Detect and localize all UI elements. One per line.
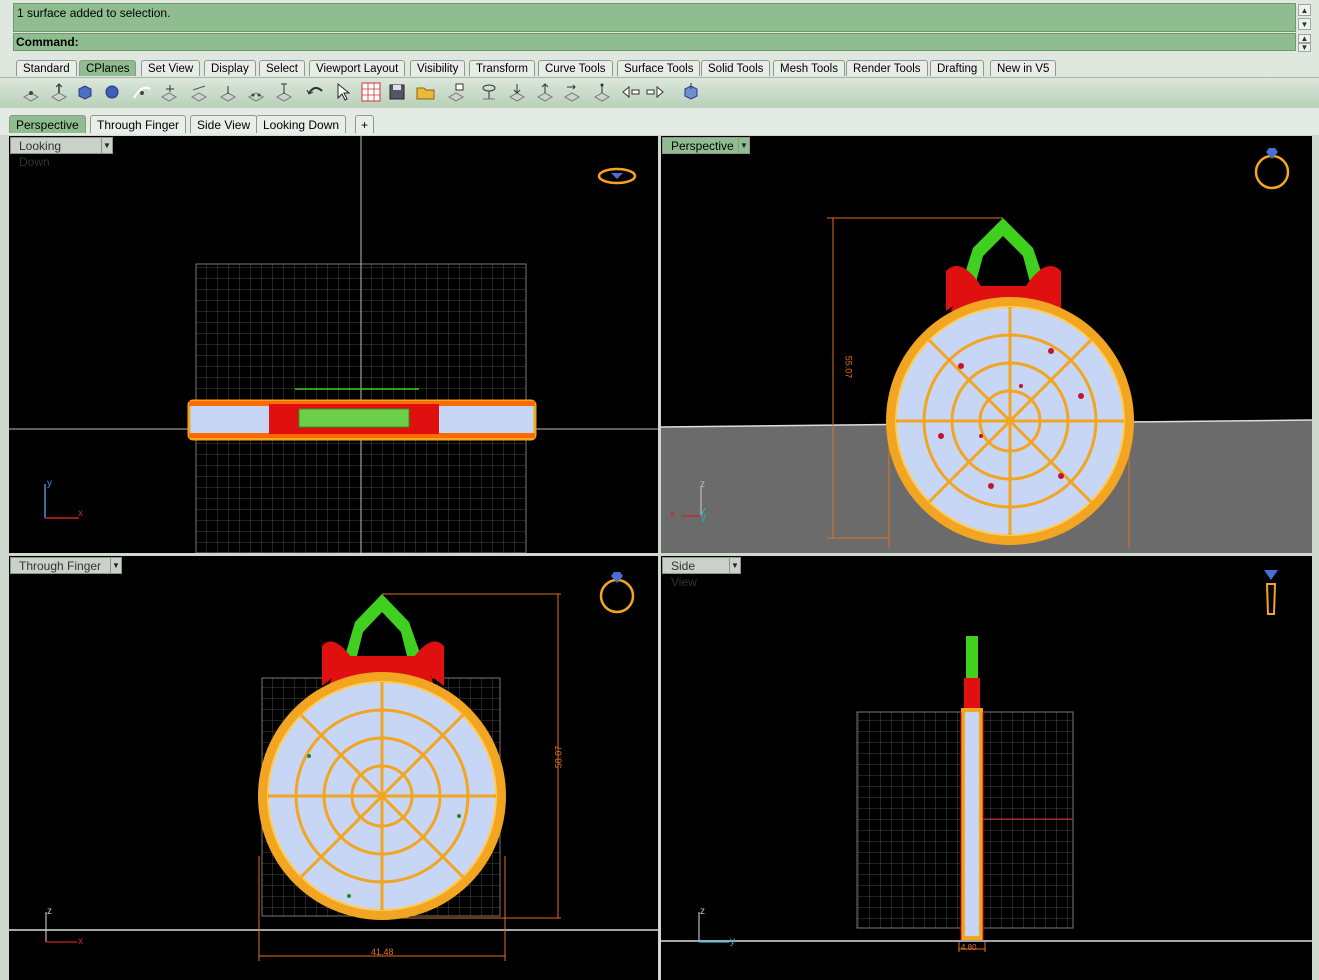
cplane-world-icon[interactable] [591, 81, 613, 103]
cplane-cursor-icon[interactable] [332, 81, 354, 103]
history-scroll-up[interactable]: ▲ [1298, 4, 1311, 16]
command-history: 1 surface added to selection. [13, 3, 1296, 32]
tab-side-view[interactable]: Side View [190, 115, 258, 133]
dimension-label-height: 58.07 [553, 745, 564, 769]
cplane-grid-icon[interactable] [360, 81, 382, 103]
dimension-label-height: 55.07 [843, 355, 854, 379]
cplane-x-axis-icon[interactable] [217, 81, 239, 103]
tab-transform[interactable]: Transform [469, 60, 535, 76]
ring-front-view [258, 594, 506, 920]
axis-label-x: x [78, 936, 83, 947]
history-scroll-down[interactable]: ▼ [1298, 18, 1311, 30]
tab-perspective[interactable]: Perspective [9, 115, 86, 133]
tab-viewport-layout[interactable]: Viewport Layout [309, 60, 406, 76]
toolbar-tab-row: Standard CPlanes Set View Display Select… [0, 56, 1319, 129]
cplane-origin-icon[interactable] [20, 81, 42, 103]
tab-looking-down[interactable]: Looking Down [256, 115, 347, 133]
tab-new-in-v5[interactable]: New in V5 [990, 60, 1057, 76]
cplane-perpendicular-icon[interactable] [273, 81, 295, 103]
cplane-object-icon[interactable] [680, 81, 702, 103]
tab-select[interactable]: Select [259, 60, 305, 76]
tab-mesh-tools[interactable]: Mesh Tools [773, 60, 845, 76]
cplane-view-icon[interactable] [478, 81, 500, 103]
axis-label-y: y [730, 936, 735, 947]
viewport-looking-down[interactable]: Looking Down ▼ y x [9, 136, 658, 553]
viewport-menu-dropdown-through-finger[interactable]: ▼ [110, 557, 122, 574]
tab-set-view[interactable]: Set View [141, 60, 201, 76]
ring-side-view [960, 636, 984, 940]
viewport-title-perspective[interactable]: Perspective [662, 137, 742, 154]
ring-top-widget-icon [597, 167, 637, 185]
ring-front-widget-icon [599, 572, 635, 614]
cplane-3point-icon[interactable] [158, 81, 180, 103]
cplane-to-object-icon[interactable] [74, 81, 96, 103]
cplane-rotate-icon[interactable] [188, 81, 210, 103]
viewport-through-finger[interactable]: Through Finger ▼ 58.07 41.48 z x [9, 556, 658, 980]
tab-cplanes[interactable]: CPlanes [79, 60, 137, 76]
cplane-open-folder-icon[interactable] [415, 81, 437, 103]
dimension-label-width: 41.48 [371, 947, 394, 957]
cplane-previous-icon[interactable] [620, 81, 642, 103]
cplane-save-icon[interactable] [386, 81, 408, 103]
viewport-title-through-finger[interactable]: Through Finger [10, 557, 114, 574]
prompt-spin-up[interactable]: ▲ [1298, 34, 1311, 43]
axis-label-z: z [700, 479, 705, 490]
viewport-perspective[interactable]: Perspective ▼ 55.07 z x y [661, 136, 1312, 553]
axis-label-x: x [78, 508, 83, 519]
tab-surface-tools[interactable]: Surface Tools [617, 60, 701, 76]
ring-side-widget-icon [1264, 570, 1278, 615]
command-prompt-label: Command: [16, 35, 79, 49]
command-prompt[interactable]: Command: [13, 33, 1296, 51]
viewport-menu-dropdown-side-view[interactable]: ▼ [729, 557, 741, 574]
axis-label-z: z [47, 906, 52, 917]
tab-curve-tools[interactable]: Curve Tools [538, 60, 613, 76]
cplane-undo-icon[interactable] [304, 81, 326, 103]
prompt-spin-down[interactable]: ▼ [1298, 43, 1311, 52]
cplane-next-icon[interactable] [644, 81, 666, 103]
viewport-side-view[interactable]: Side View ▼ 4.80 z y [661, 556, 1312, 980]
cplane-z-axis-icon[interactable] [245, 81, 267, 103]
cplane-curve-icon[interactable] [131, 81, 153, 103]
cplane-down-icon[interactable] [506, 81, 528, 103]
tab-through-finger[interactable]: Through Finger [90, 115, 187, 133]
axis-label-y: y [47, 478, 52, 489]
viewport-tab-row: Perspective Through Finger Side View Loo… [0, 108, 1319, 135]
tab-render-tools[interactable]: Render Tools [846, 60, 928, 76]
tab-standard[interactable]: Standard [16, 60, 77, 76]
viewport-title-looking-down[interactable]: Looking Down [10, 137, 102, 169]
viewport-title-side-view[interactable]: Side View [662, 557, 732, 589]
dimension-label-thickness: 4.80 [961, 943, 977, 952]
axis-label-x: x [670, 509, 675, 520]
tab-display[interactable]: Display [204, 60, 256, 76]
tab-solid-tools[interactable]: Solid Tools [701, 60, 771, 76]
viewport-menu-dropdown-perspective[interactable]: ▼ [738, 137, 750, 154]
axis-label-z: z [700, 906, 705, 917]
cplane-flip-icon[interactable] [561, 81, 583, 103]
cplanes-toolbar [0, 77, 1319, 109]
tab-visibility[interactable]: Visibility [410, 60, 466, 76]
cplane-to-surface-icon[interactable] [101, 81, 123, 103]
ring-perspective-view [886, 218, 1134, 545]
cplane-named-icon[interactable] [445, 81, 467, 103]
command-area: 1 surface added to selection. ▲ ▼ Comman… [0, 0, 1319, 56]
tab-drafting[interactable]: Drafting [930, 60, 985, 76]
add-viewport-tab-button[interactable]: + [355, 115, 375, 133]
cplane-elevation-icon[interactable] [48, 81, 70, 103]
cplane-up-icon[interactable] [534, 81, 556, 103]
axis-label-y: y [701, 512, 706, 523]
ring-perspective-widget-icon [1254, 148, 1290, 190]
command-history-text: 1 surface added to selection. [17, 6, 171, 20]
viewport-menu-dropdown-looking-down[interactable]: ▼ [101, 137, 113, 154]
